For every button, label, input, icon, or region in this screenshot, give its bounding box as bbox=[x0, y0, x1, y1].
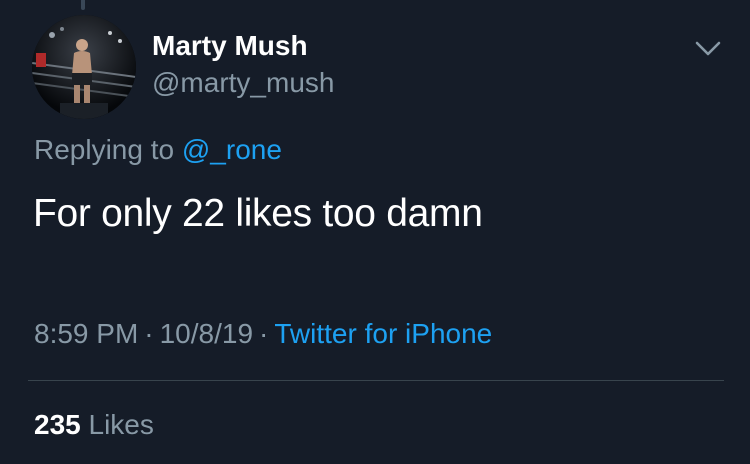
likes-stat[interactable]: 235 Likes bbox=[34, 407, 154, 443]
meta-separator: · bbox=[144, 318, 154, 349]
author-display-name[interactable]: Marty Mush bbox=[152, 29, 308, 63]
tweet-time: 8:59 PM bbox=[34, 318, 139, 349]
boxer-in-ring-avatar-icon bbox=[32, 15, 136, 119]
reply-context: Replying to @_rone bbox=[34, 132, 282, 168]
tweet-text: For only 22 likes too damn bbox=[33, 192, 483, 235]
divider bbox=[28, 380, 724, 381]
tweet-menu-button[interactable] bbox=[690, 34, 726, 62]
author-handle[interactable]: @marty_mush bbox=[152, 66, 334, 100]
tweet-date: 10/8/19 bbox=[159, 318, 254, 349]
likes-label: Likes bbox=[88, 409, 154, 440]
meta-separator: · bbox=[259, 318, 269, 349]
tweet-detail: Marty Mush @marty_mush Replying to @_ron… bbox=[0, 0, 750, 464]
reply-prefix: Replying to bbox=[34, 134, 182, 165]
likes-count: 235 bbox=[34, 409, 81, 440]
avatar[interactable] bbox=[32, 15, 136, 119]
thread-connector-line bbox=[81, 0, 85, 10]
tweet-source-link[interactable]: Twitter for iPhone bbox=[274, 318, 492, 349]
tweet-metadata: 8:59 PM · 10/8/19 · Twitter for iPhone bbox=[34, 316, 492, 352]
reply-mention-link[interactable]: @_rone bbox=[182, 134, 282, 165]
chevron-down-icon bbox=[695, 41, 721, 56]
